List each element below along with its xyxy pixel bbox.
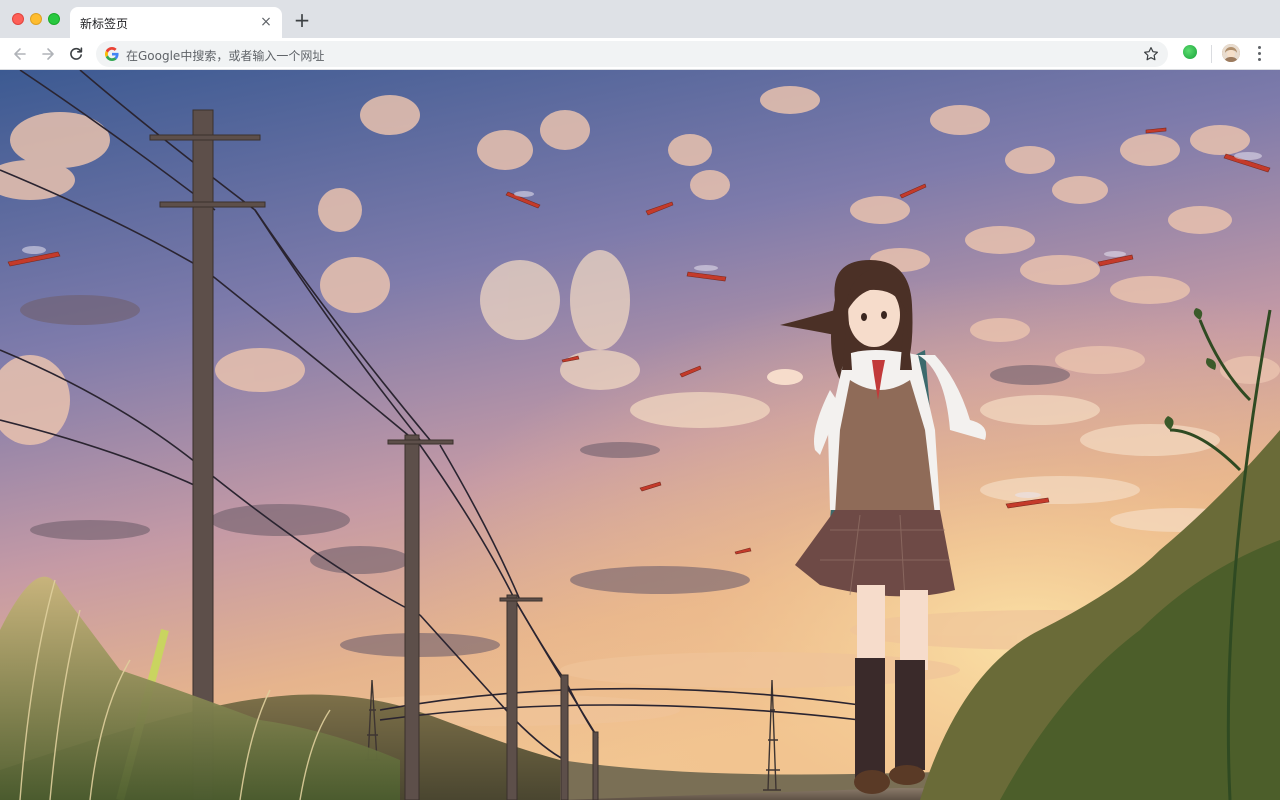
profile-avatar-icon <box>1222 44 1240 62</box>
forward-button[interactable] <box>38 44 58 64</box>
tab-new-tab[interactable]: 新标签页 × <box>70 7 282 38</box>
arrow-left-icon <box>14 48 26 60</box>
three-dots-vertical-icon[interactable] <box>1252 44 1266 62</box>
reload-button[interactable] <box>66 44 86 64</box>
browser-window: 新标签页 × + 在Google中搜索，或者输入一个网址 <box>0 0 1280 800</box>
window-close-button[interactable] <box>12 13 24 25</box>
address-bar-placeholder: 在Google中搜索，或者输入一个网址 <box>126 49 325 63</box>
new-tab-background <box>0 70 1280 800</box>
reload-icon <box>70 47 83 60</box>
address-bar[interactable]: 在Google中搜索，或者输入一个网址 <box>96 41 1168 67</box>
tab-title: 新标签页 <box>80 17 129 31</box>
green-extension-icon[interactable] <box>1183 45 1197 59</box>
star-icon[interactable] <box>1142 45 1160 63</box>
tab-close-icon[interactable]: × <box>258 14 274 30</box>
window-maximize-button[interactable] <box>48 13 60 25</box>
google-g-icon <box>105 47 119 61</box>
anime-wallpaper-image <box>0 70 1280 800</box>
back-button[interactable] <box>10 44 30 64</box>
toolbar-divider <box>1211 45 1212 63</box>
window-minimize-button[interactable] <box>30 13 42 25</box>
new-tab-button[interactable]: + <box>292 10 312 30</box>
avatar[interactable] <box>1222 44 1240 62</box>
toolbar: 在Google中搜索，或者输入一个网址 <box>0 38 1280 70</box>
arrow-right-icon <box>42 48 54 60</box>
tab-strip: 新标签页 × + <box>0 0 1280 38</box>
